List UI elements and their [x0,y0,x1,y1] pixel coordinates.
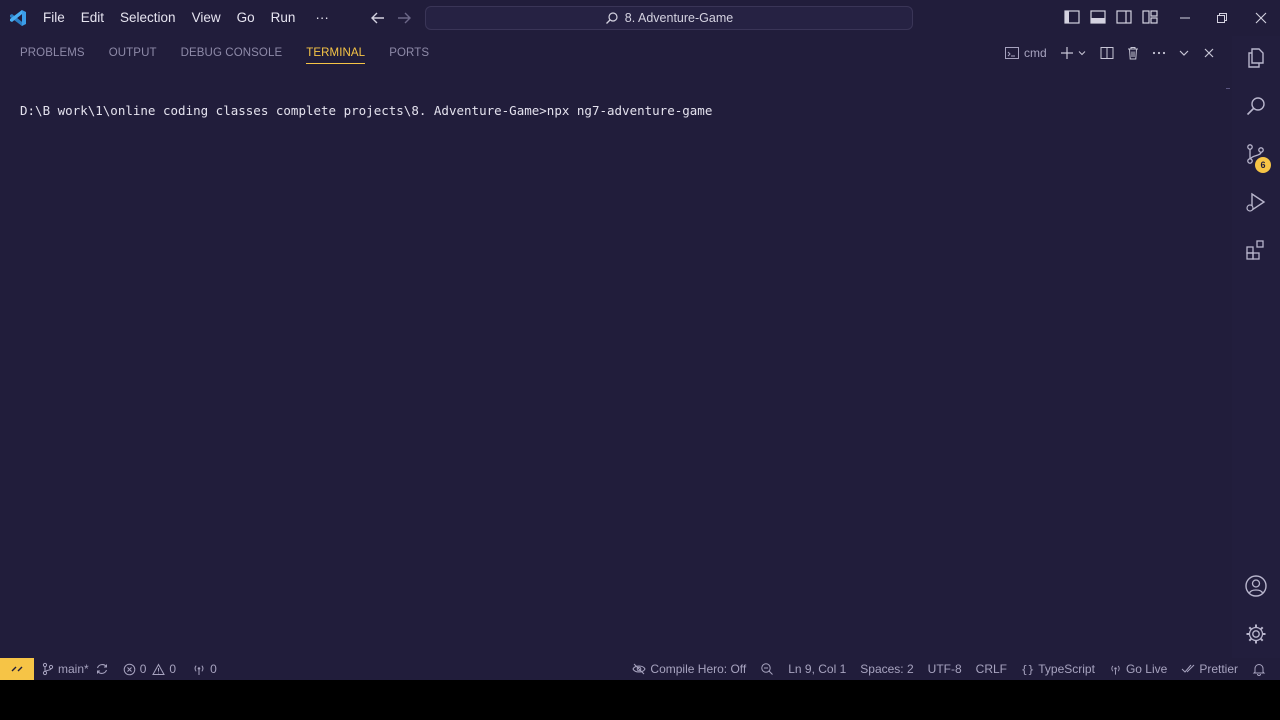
scrollbar-marker [1226,88,1230,89]
terminal-icon [1004,45,1020,61]
arrow-right-icon[interactable] [395,9,413,27]
branch-indicator[interactable]: main* [42,658,89,680]
trash-icon[interactable] [1125,44,1141,62]
explorer-icon[interactable] [1244,46,1268,70]
prettier-status[interactable]: Prettier [1181,658,1238,680]
layout-panel-icon[interactable] [1089,8,1107,26]
tab-problems[interactable]: PROBLEMS [20,36,85,70]
command-center-search[interactable]: 8. Adventure-Game [425,6,913,30]
compile-hero-status[interactable]: Compile Hero: Off [632,658,746,680]
vscode-logo-icon [8,8,28,28]
close-icon[interactable] [1242,0,1280,36]
layout-sidebar-right-icon[interactable] [1115,8,1133,26]
layout-controls [1063,8,1159,26]
eye-closed-icon [632,663,646,675]
plus-icon[interactable] [1059,44,1075,62]
menu-file[interactable]: File [35,0,73,36]
language-mode[interactable]: {} TypeScript [1021,658,1095,680]
chevron-down-icon[interactable] [1177,44,1191,62]
minimize-icon[interactable] [1166,0,1204,36]
branch-icon [42,662,54,676]
end-of-line[interactable]: CRLF [976,658,1007,680]
bell-icon[interactable] [1252,658,1266,680]
remote-icon[interactable] [0,658,34,680]
panel-tabs: PROBLEMS OUTPUT DEBUG CONSOLE TERMINAL P… [0,36,433,70]
tab-output[interactable]: OUTPUT [109,36,157,70]
terminal-selector[interactable]: cmd [1004,44,1047,62]
check-double-icon [1181,663,1195,675]
warning-icon [152,662,166,676]
broadcast-icon [1109,663,1122,676]
menu-more[interactable]: ··· [307,0,337,36]
menu-edit[interactable]: Edit [73,0,112,36]
go-live-button[interactable]: Go Live [1109,658,1167,680]
activity-bar [1232,36,1280,658]
error-icon [123,663,136,676]
layout-sidebar-left-icon[interactable] [1063,8,1081,26]
run-debug-icon[interactable] [1244,190,1268,214]
menu-bar: File Edit Selection View Go Run ··· [35,0,337,36]
tab-terminal[interactable]: TERMINAL [306,36,366,70]
menu-run[interactable]: Run [263,0,304,36]
status-bar-right: Compile Hero: Off Ln 9, Col 1 Spaces: 2 … [632,658,1280,680]
cursor-position[interactable]: Ln 9, Col 1 [788,658,846,680]
compile-hero-label: Compile Hero: Off [650,662,747,676]
error-count: 0 [139,662,147,676]
warning-count: 0 [169,662,177,676]
split-icon[interactable] [1099,44,1115,62]
terminal-name: cmd [1024,46,1047,60]
tab-debug-console[interactable]: DEBUG CONSOLE [181,36,283,70]
prettier-label: Prettier [1199,662,1238,676]
letterbox-bottom [0,680,1280,720]
extensions-icon[interactable] [1244,238,1268,262]
encoding[interactable]: UTF-8 [928,658,962,680]
menu-go[interactable]: Go [229,0,263,36]
search-icon [605,11,619,25]
sync-icon[interactable] [95,658,109,680]
command-center-label: 8. Adventure-Game [624,11,734,25]
close-icon[interactable] [1203,44,1215,62]
account-icon[interactable] [1244,574,1268,598]
title-bar: File Edit Selection View Go Run ··· 8. A… [0,0,1280,36]
chevron-down-icon[interactable] [1077,44,1087,62]
problems-indicator[interactable]: 0 0 [123,658,176,680]
status-bar: main* 0 0 0 Compile Hero: Off Ln 9, Col … [0,658,1280,680]
branch-name: main* [58,662,89,676]
search-icon[interactable] [1244,94,1268,118]
panel-actions: cmd [1004,44,1215,62]
customize-layout-icon[interactable] [1141,8,1159,26]
ellipsis-icon[interactable] [1151,44,1167,62]
terminal-area[interactable]: D:\B work\1\online coding classes comple… [0,70,1232,658]
indentation[interactable]: Spaces: 2 [860,658,913,680]
menu-selection[interactable]: Selection [112,0,184,36]
terminal-command-line: D:\B work\1\online coding classes comple… [20,103,713,118]
ports-indicator[interactable]: 0 [192,658,217,680]
source-control-badge: 6 [1255,157,1271,173]
menu-view[interactable]: View [184,0,229,36]
tab-ports[interactable]: PORTS [389,36,429,70]
arrow-left-icon[interactable] [369,9,387,27]
gear-icon[interactable] [1244,622,1268,646]
go-live-label: Go Live [1125,662,1168,676]
braces-icon: {} [1021,662,1035,676]
zoom-icon[interactable] [760,658,774,680]
ports-count: 0 [210,662,217,676]
restore-icon[interactable] [1203,0,1241,36]
language-label: TypeScript [1038,662,1095,676]
broadcast-icon [192,663,206,676]
